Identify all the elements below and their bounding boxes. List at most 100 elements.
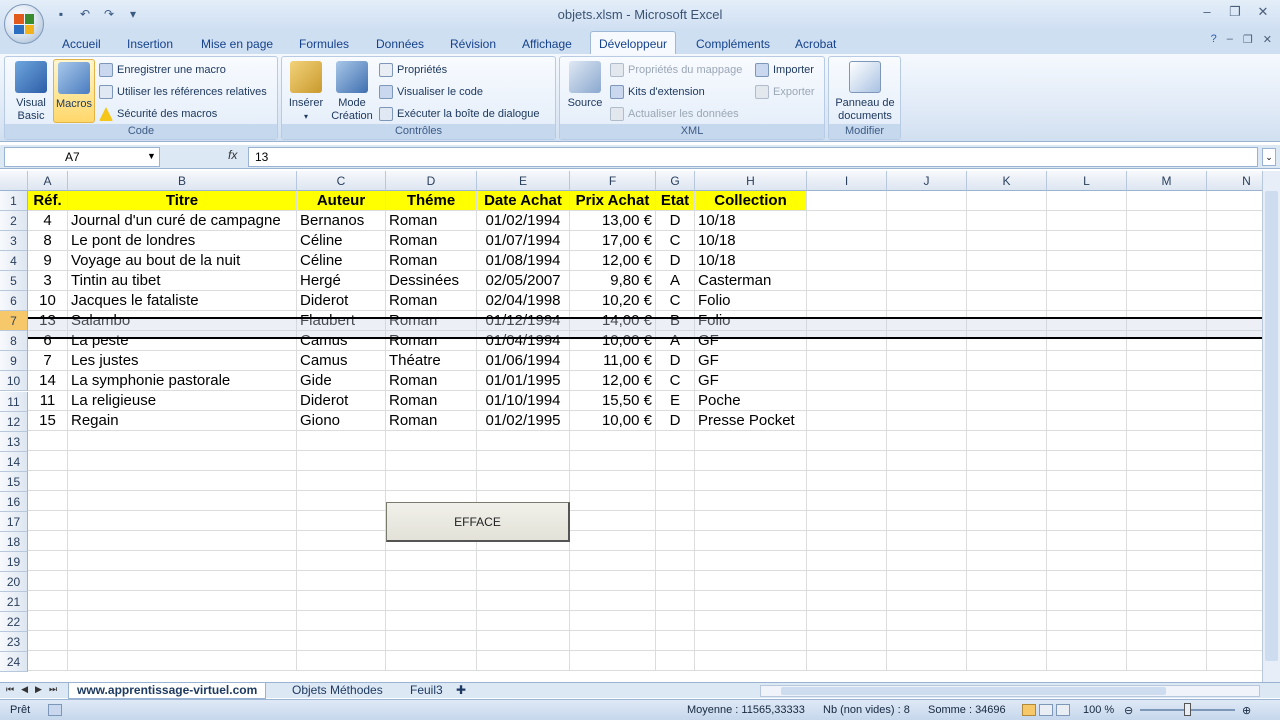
name-box-dropdown-icon[interactable]: ▼ <box>147 151 156 161</box>
row-header[interactable]: 4 <box>0 251 28 272</box>
table-cell[interactable]: Poche <box>695 391 807 411</box>
row-header[interactable]: 16 <box>0 491 28 512</box>
empty-cell[interactable] <box>297 651 386 671</box>
table-cell[interactable]: 10,00 € <box>570 331 656 351</box>
table-header-cell[interactable]: Auteur <box>297 191 386 211</box>
empty-cell[interactable] <box>28 491 68 511</box>
table-cell[interactable]: Roman <box>386 211 477 231</box>
table-cell[interactable]: 01/08/1994 <box>477 251 570 271</box>
column-header-g[interactable]: G <box>656 171 695 191</box>
empty-cell[interactable] <box>887 431 967 451</box>
row-header[interactable]: 7 <box>0 311 28 332</box>
empty-cell[interactable] <box>1047 551 1127 571</box>
empty-cell[interactable] <box>807 251 887 271</box>
empty-cell[interactable] <box>807 611 887 631</box>
table-cell[interactable]: 10,00 € <box>570 411 656 431</box>
empty-cell[interactable] <box>28 511 68 531</box>
empty-cell[interactable] <box>807 231 887 251</box>
empty-cell[interactable] <box>1207 391 1262 411</box>
row-header[interactable]: 13 <box>0 431 28 452</box>
empty-cell[interactable] <box>68 611 297 631</box>
table-cell[interactable]: 01/01/1995 <box>477 371 570 391</box>
empty-cell[interactable] <box>570 451 656 471</box>
empty-cell[interactable] <box>887 571 967 591</box>
table-cell[interactable]: Voyage au bout de la nuit <box>68 251 297 271</box>
empty-cell[interactable] <box>1127 491 1207 511</box>
empty-cell[interactable] <box>1047 311 1127 331</box>
tab-formules[interactable]: Formules <box>291 34 357 54</box>
column-header-l[interactable]: L <box>1047 171 1127 191</box>
empty-cell[interactable] <box>967 271 1047 291</box>
empty-cell[interactable] <box>1047 291 1127 311</box>
empty-cell[interactable] <box>887 331 967 351</box>
empty-cell[interactable] <box>28 471 68 491</box>
table-cell[interactable]: C <box>656 291 695 311</box>
horizontal-scrollbar[interactable] <box>760 685 1260 697</box>
empty-cell[interactable] <box>887 211 967 231</box>
table-cell[interactable]: Le pont de londres <box>68 231 297 251</box>
table-cell[interactable]: 4 <box>28 211 68 231</box>
row-header[interactable]: 14 <box>0 451 28 472</box>
macros-button[interactable]: Macros <box>53 59 95 123</box>
empty-cell[interactable] <box>28 651 68 671</box>
empty-cell[interactable] <box>967 551 1047 571</box>
empty-cell[interactable] <box>1047 371 1127 391</box>
empty-cell[interactable] <box>1127 631 1207 651</box>
table-cell[interactable]: Camus <box>297 331 386 351</box>
empty-cell[interactable] <box>807 371 887 391</box>
empty-cell[interactable] <box>695 651 807 671</box>
empty-cell[interactable] <box>656 631 695 651</box>
empty-cell[interactable] <box>386 611 477 631</box>
column-header-f[interactable]: F <box>570 171 656 191</box>
empty-cell[interactable] <box>1047 391 1127 411</box>
table-cell[interactable]: D <box>656 351 695 371</box>
table-header-cell[interactable]: Réf. <box>28 191 68 211</box>
empty-cell[interactable] <box>887 451 967 471</box>
tab-developpeur[interactable]: Développeur <box>590 31 677 54</box>
empty-cell[interactable] <box>967 531 1047 551</box>
row-header[interactable]: 20 <box>0 571 28 592</box>
sheet-tab-feuil3[interactable]: Feuil3 <box>402 683 451 699</box>
empty-cell[interactable] <box>656 511 695 531</box>
empty-cell[interactable] <box>1127 231 1207 251</box>
empty-cell[interactable] <box>570 511 656 531</box>
empty-cell[interactable] <box>967 591 1047 611</box>
empty-cell[interactable] <box>807 491 887 511</box>
table-cell[interactable]: Giono <box>297 411 386 431</box>
table-cell[interactable]: Folio <box>695 291 807 311</box>
empty-cell[interactable] <box>887 291 967 311</box>
table-cell[interactable]: 01/06/1994 <box>477 351 570 371</box>
empty-cell[interactable] <box>1047 251 1127 271</box>
empty-cell[interactable] <box>656 471 695 491</box>
empty-cell[interactable] <box>297 451 386 471</box>
column-header-b[interactable]: B <box>68 171 297 191</box>
empty-cell[interactable] <box>1207 491 1262 511</box>
empty-cell[interactable] <box>695 451 807 471</box>
empty-cell[interactable] <box>1207 451 1262 471</box>
zoom-in-icon[interactable]: ⊕ <box>1242 704 1251 717</box>
empty-cell[interactable] <box>807 391 887 411</box>
empty-cell[interactable] <box>807 211 887 231</box>
table-cell[interactable]: Roman <box>386 311 477 331</box>
empty-cell[interactable] <box>1127 211 1207 231</box>
empty-cell[interactable] <box>967 431 1047 451</box>
table-cell[interactable]: Hergé <box>297 271 386 291</box>
empty-cell[interactable] <box>297 551 386 571</box>
column-header-m[interactable]: M <box>1127 171 1207 191</box>
empty-cell[interactable] <box>1127 331 1207 351</box>
table-cell[interactable]: Les justes <box>68 351 297 371</box>
empty-cell[interactable] <box>297 571 386 591</box>
empty-cell[interactable] <box>1047 571 1127 591</box>
empty-cell[interactable] <box>967 371 1047 391</box>
insert-sheet-icon[interactable]: ✚ <box>456 683 478 699</box>
empty-cell[interactable] <box>1047 491 1127 511</box>
empty-cell[interactable] <box>1127 591 1207 611</box>
empty-cell[interactable] <box>1207 611 1262 631</box>
empty-cell[interactable] <box>1207 311 1262 331</box>
empty-cell[interactable] <box>967 211 1047 231</box>
empty-cell[interactable] <box>68 471 297 491</box>
empty-cell[interactable] <box>656 651 695 671</box>
empty-cell[interactable] <box>297 631 386 651</box>
empty-cell[interactable] <box>887 651 967 671</box>
empty-cell[interactable] <box>1047 611 1127 631</box>
